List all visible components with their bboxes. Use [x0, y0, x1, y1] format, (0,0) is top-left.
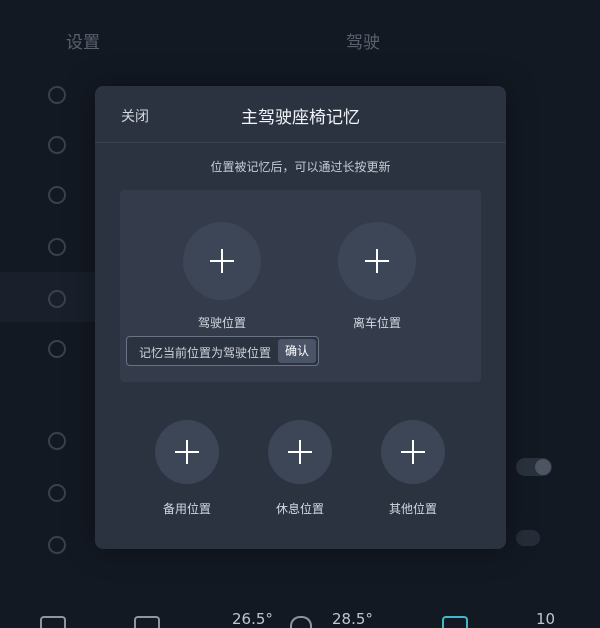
background-sidebar-icon	[48, 340, 66, 358]
front-defrost-icon[interactable]	[40, 616, 66, 628]
slot-other-position[interactable]: 其他位置	[358, 420, 468, 517]
modal-header: 关闭 主驾驶座椅记忆	[95, 86, 506, 143]
temp-right[interactable]: 28.5°	[332, 610, 373, 628]
background-sidebar-item	[46, 336, 96, 360]
background-sidebar-item	[46, 286, 96, 310]
confirm-button[interactable]: 确认	[278, 339, 316, 363]
background-sidebar-item	[46, 182, 96, 206]
background-sidebar-item	[46, 82, 96, 106]
background-sidebar-item	[46, 532, 96, 556]
slot-label: 其他位置	[388, 502, 437, 516]
plus-icon	[210, 249, 234, 273]
fan-icon[interactable]	[290, 616, 312, 628]
slot-spare-position[interactable]: 备用位置	[132, 420, 242, 517]
tooltip-text: 记忆当前位置为驾驶位置	[139, 346, 272, 360]
slot-add-button[interactable]	[338, 222, 416, 300]
background-tab-driving: 驾驶	[346, 33, 380, 53]
background-sidebar-item	[46, 234, 96, 258]
slot-label: 备用位置	[162, 502, 211, 516]
slot-driving-position[interactable]: 驾驶位置	[167, 222, 277, 331]
slot-exit-position[interactable]: 离车位置	[322, 222, 432, 331]
plus-icon	[401, 440, 425, 464]
car-icon[interactable]	[442, 616, 468, 628]
background-toggle	[516, 530, 540, 546]
plus-icon	[288, 440, 312, 464]
slot-add-button[interactable]	[381, 420, 445, 484]
background-sidebar-icon	[48, 432, 66, 450]
seat-memory-modal: 关闭 主驾驶座椅记忆 位置被记忆后，可以通过长按更新 驾驶位置 离车位置 记忆当…	[95, 86, 506, 549]
right-value: 10	[536, 610, 556, 628]
background-sidebar-icon	[48, 238, 66, 256]
slot-add-button[interactable]	[155, 420, 219, 484]
bottom-climate-bar: 26.5° 28.5° 10	[0, 600, 600, 628]
background-sidebar-icon	[48, 484, 66, 502]
background-toggle	[516, 458, 552, 476]
background-header: 设置 驾驶	[0, 24, 600, 54]
background-sidebar-item	[46, 132, 96, 156]
plus-icon	[175, 440, 199, 464]
background-tab-settings: 设置	[66, 33, 100, 53]
slot-add-button[interactable]	[268, 420, 332, 484]
steering-wheel-icon	[48, 290, 66, 308]
background-sidebar-icon	[48, 536, 66, 554]
background-sidebar-icon	[48, 136, 66, 154]
background-sidebar-icon	[48, 186, 66, 204]
save-position-tooltip: 记忆当前位置为驾驶位置 确认	[126, 336, 319, 366]
plus-icon	[365, 249, 389, 273]
background-sidebar-icon	[48, 86, 66, 104]
temp-left[interactable]: 26.5°	[232, 610, 273, 628]
background-sidebar-item	[46, 480, 96, 504]
background-toggle-knob	[535, 459, 551, 475]
slot-label: 离车位置	[352, 316, 401, 330]
modal-title: 主驾驶座椅记忆	[241, 108, 360, 128]
rear-defrost-icon[interactable]	[134, 616, 160, 628]
hint-text: 位置被记忆后，可以通过长按更新	[210, 160, 391, 174]
background-sidebar-item	[46, 428, 96, 452]
slot-rest-position[interactable]: 休息位置	[245, 420, 355, 517]
slot-label: 驾驶位置	[197, 316, 246, 330]
slot-label: 休息位置	[275, 502, 324, 516]
slot-add-button[interactable]	[183, 222, 261, 300]
